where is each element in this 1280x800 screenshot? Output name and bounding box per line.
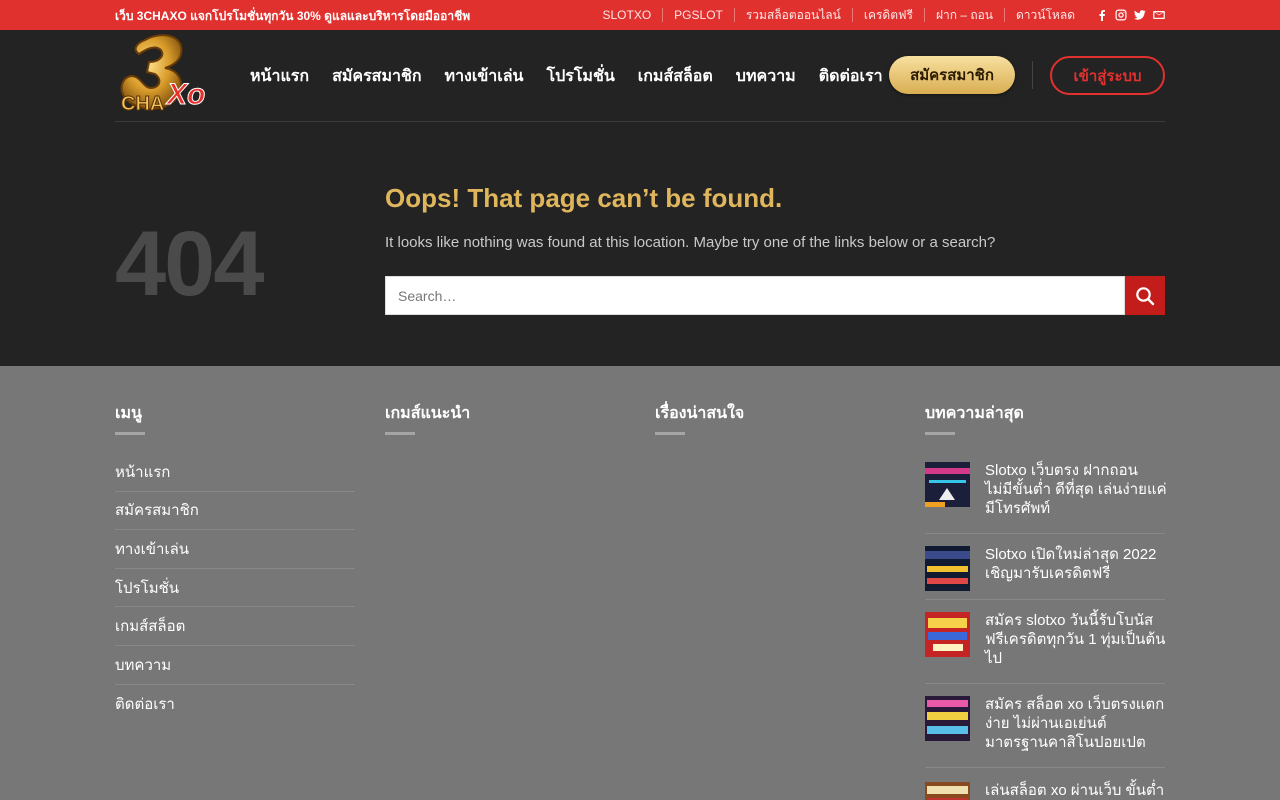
nav-slot-games[interactable]: เกมส์สล็อต: [638, 64, 713, 89]
footer-menu-promotion[interactable]: โปรโมชั่น: [115, 569, 355, 608]
top-bar: เว็บ 3CHAXO แจกโปรโมชั่นทุกวัน 30% ดูแลแ…: [0, 0, 1280, 30]
search-button[interactable]: [1125, 276, 1165, 315]
top-nav: SLOTXO PGSLOT รวมสล็อตออนไลน์ เครดิตฟรี …: [591, 0, 1165, 30]
post-title[interactable]: Slotxo เปิดใหม่ล่าสุด 2022 เชิญมารับเครด…: [985, 545, 1167, 583]
instagram-icon[interactable]: [1115, 9, 1127, 21]
post-thumbnail[interactable]: [925, 696, 970, 741]
footer-menu-list: หน้าแรก สมัครสมาชิก ทางเข้าเล่น โปรโมชั่…: [115, 453, 355, 723]
post-divider: [925, 533, 1165, 534]
nav-register[interactable]: สมัครสมาชิก: [332, 64, 421, 89]
email-icon[interactable]: [1153, 9, 1165, 21]
search-field[interactable]: [385, 276, 1125, 315]
post-title[interactable]: สมัคร slotxo วันนี้รับโบนัสฟรีเครดิตทุกว…: [985, 611, 1167, 668]
footer-menu-articles[interactable]: บทความ: [115, 646, 355, 685]
social-links: [1096, 9, 1165, 21]
heading-underline: [115, 432, 145, 435]
footer-menu-entrance[interactable]: ทางเข้าเล่น: [115, 530, 355, 569]
site-footer: เมนู หน้าแรก สมัครสมาชิก ทางเข้าเล่น โปร…: [0, 366, 1280, 800]
page-title: Oops! That page can’t be found.: [385, 183, 783, 213]
error-message: It looks like nothing was found at this …: [385, 234, 996, 251]
nav-divider: [1032, 61, 1033, 89]
site-logo[interactable]: CHA Xo: [115, 32, 211, 118]
footer-menu-slot-games[interactable]: เกมส์สล็อต: [115, 607, 355, 646]
post-thumbnail[interactable]: [925, 782, 970, 800]
post-divider: [925, 599, 1165, 600]
heading-underline: [655, 432, 685, 435]
footer-menu-home[interactable]: หน้าแรก: [115, 453, 355, 492]
footer-menu-contact[interactable]: ติดต่อเรา: [115, 685, 355, 724]
post-thumbnail[interactable]: [925, 612, 970, 657]
footer-latest-heading: บทความล่าสุด: [925, 405, 1024, 422]
footer-interesting-heading: เรื่องน่าสนใจ: [655, 405, 745, 422]
nav-home[interactable]: หน้าแรก: [250, 64, 309, 89]
promo-text: เว็บ 3CHAXO แจกโปรโมชั่นทุกวัน 30% ดูแลแ…: [115, 9, 471, 23]
twitter-icon[interactable]: [1134, 9, 1146, 21]
login-button[interactable]: เข้าสู่ระบบ: [1050, 56, 1165, 95]
svg-text:CHA: CHA: [121, 93, 164, 115]
nav-entrance[interactable]: ทางเข้าเล่น: [445, 64, 524, 89]
post-title[interactable]: เล่นสล็อต xo ผ่านเว็บ ขั้นต่ำ: [985, 781, 1167, 800]
top-link-all-slots[interactable]: รวมสล็อตออนไลน์: [733, 8, 852, 22]
post-thumbnail[interactable]: [925, 462, 970, 507]
nav-promotion[interactable]: โปรโมชั่น: [546, 64, 614, 89]
header-divider: [115, 121, 1165, 122]
top-link-download[interactable]: ดาวน์โหลด: [1004, 8, 1086, 22]
search-input[interactable]: [386, 277, 1124, 314]
post-title[interactable]: Slotxo เว็บตรง ฝากถอน ไม่มีขั้นต่ำ ดีที่…: [985, 461, 1167, 518]
svg-text:Xo: Xo: [165, 78, 205, 111]
post-title[interactable]: สมัคร สล็อต xo เว็บตรงแตกง่าย ไม่ผ่านเอเ…: [985, 695, 1167, 752]
top-link-slotxo[interactable]: SLOTXO: [591, 8, 662, 22]
footer-menu-register[interactable]: สมัครสมาชิก: [115, 492, 355, 531]
site-header: CHA Xo หน้าแรก สมัครสมาชิก ทางเข้าเล่น โ…: [0, 30, 1280, 122]
nav-contact[interactable]: ติดต่อเรา: [819, 64, 883, 89]
register-button[interactable]: สมัครสมาชิก: [889, 56, 1015, 94]
footer-menu-heading: เมนู: [115, 405, 142, 422]
nav-articles[interactable]: บทความ: [736, 64, 796, 89]
post-divider: [925, 767, 1165, 768]
post-thumbnail[interactable]: [925, 546, 970, 591]
heading-underline: [925, 432, 955, 435]
top-link-free-credit[interactable]: เครดิตฟรี: [851, 8, 924, 22]
main-nav: หน้าแรก สมัครสมาชิก ทางเข้าเล่น โปรโมชั่…: [250, 30, 906, 122]
post-divider: [925, 683, 1165, 684]
error-code: 404: [115, 213, 264, 315]
footer-games-heading: เกมส์แนะนำ: [385, 405, 471, 422]
top-link-pgslot[interactable]: PGSLOT: [662, 8, 734, 22]
top-link-deposit-withdraw[interactable]: ฝาก – ถอน: [923, 8, 1004, 22]
facebook-icon[interactable]: [1096, 9, 1108, 21]
heading-underline: [385, 432, 415, 435]
search-icon: [1136, 286, 1155, 305]
